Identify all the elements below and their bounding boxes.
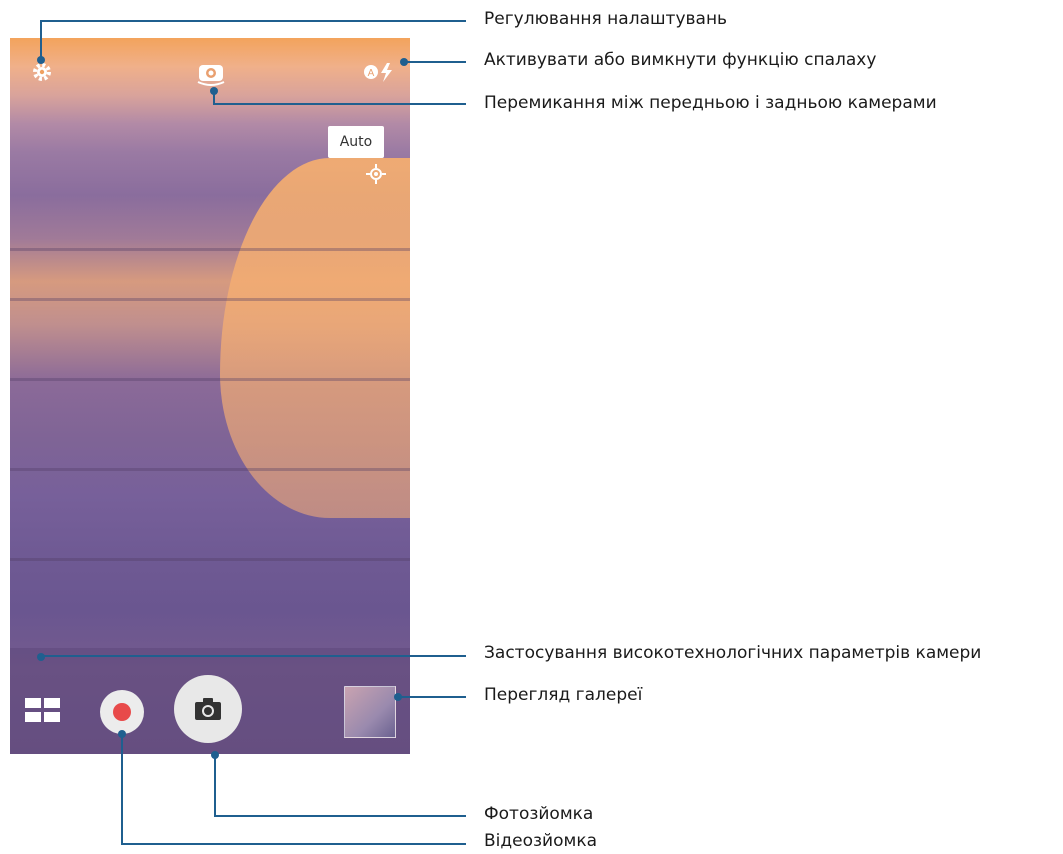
grid-modes-icon[interactable] — [25, 698, 61, 724]
viewfinder-wave — [10, 468, 410, 471]
viewfinder-wave — [10, 378, 410, 381]
callout-settings: Регулювання налаштувань — [484, 9, 728, 29]
callout-gallery: Перегляд галереї — [484, 685, 643, 705]
callout-line — [40, 655, 466, 657]
record-button[interactable] — [100, 690, 144, 734]
viewfinder-shore — [220, 158, 410, 518]
flash-auto-icon[interactable]: A — [362, 60, 396, 84]
callout-photo: Фотозйомка — [484, 804, 594, 824]
record-icon — [113, 703, 131, 721]
camera-viewfinder[interactable]: A Auto — [10, 38, 410, 754]
svg-text:A: A — [368, 68, 375, 79]
callout-line — [214, 755, 216, 816]
callout-line — [398, 696, 466, 698]
callout-line — [40, 20, 466, 22]
callout-advanced-modes: Застосування високотехнологічних парамет… — [484, 643, 982, 663]
camera-switch-icon[interactable] — [196, 60, 226, 86]
gallery-thumbnail[interactable] — [344, 686, 396, 738]
callout-line — [40, 20, 42, 58]
callout-line — [404, 61, 466, 63]
callout-line — [214, 815, 466, 817]
callout-line — [121, 734, 123, 844]
callout-flash: Активувати або вимкнути функцію спалаху — [484, 50, 877, 70]
viewfinder-wave — [10, 248, 410, 251]
callout-switch-camera: Перемикання між передньою і задньою каме… — [484, 93, 937, 113]
callout-line — [213, 103, 466, 105]
callout-line — [121, 843, 466, 845]
viewfinder-wave — [10, 558, 410, 561]
focus-mode-badge[interactable]: Auto — [328, 126, 384, 158]
callout-video: Відеозйомка — [484, 831, 597, 851]
focus-target-icon[interactable] — [366, 164, 386, 184]
camera-icon — [195, 698, 221, 720]
shutter-button[interactable] — [174, 675, 242, 743]
viewfinder-wave — [10, 298, 410, 301]
callout-line — [213, 90, 215, 104]
